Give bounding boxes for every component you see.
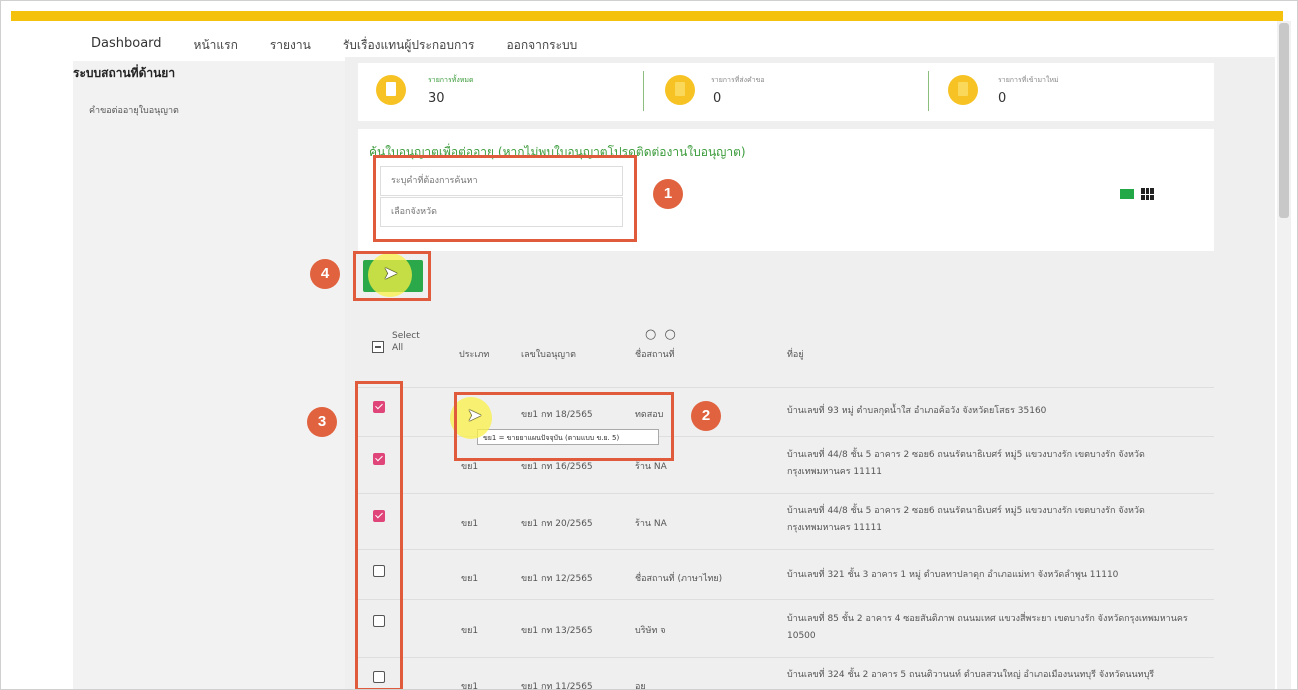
grid-view-icon[interactable] <box>1141 188 1154 200</box>
annotation-box-button <box>353 251 431 301</box>
row-license-no[interactable]: ขย1 กท 12/2565 <box>521 571 593 585</box>
annotation-badge-1: 1 <box>653 179 683 209</box>
row-license-no[interactable]: ขย1 กท 16/2565 <box>521 459 593 473</box>
scrollbar-thumb[interactable] <box>1279 23 1289 218</box>
row-license-no[interactable]: ขย1 กท 20/2565 <box>521 516 593 530</box>
stat-new: รายการที่เข้ามาใหม่ 0 <box>928 63 1214 121</box>
row-divider <box>358 657 1214 658</box>
document-icon <box>948 75 978 105</box>
sidebar-item-renew-license[interactable]: คำขอต่ออายุใบอนุญาต <box>89 103 179 117</box>
select-all-label: Select <box>392 331 420 341</box>
annotation-box-checkboxes <box>355 381 403 689</box>
column-header-license-no[interactable]: เลขใบอนุญาต <box>521 347 576 361</box>
sidebar: ระบบสถานที่ด้านยา คำขอต่ออายุใบอนุญาต <box>73 61 345 689</box>
row-address: บ้านเลขที่ 85 ชั้น 2 อาคาร 4 ซอยสันติภาพ… <box>787 614 1188 641</box>
column-header-place-name[interactable]: ชื่อสถานที่ <box>635 347 675 361</box>
row-place-name: ร้าน NA <box>635 519 667 529</box>
nav-item-report[interactable]: รายงาน <box>270 36 311 56</box>
nav-item-receive-on-behalf[interactable]: รับเรื่องแทนผู้ประกอบการ <box>343 36 475 56</box>
stat-new-label: รายการที่เข้ามาใหม่ <box>998 76 1059 84</box>
row-type: ขย1 <box>461 574 479 584</box>
row-address: บ้านเลขที่ 324 ชั้น 2 อาคาร 5 ถนนติวานนท… <box>787 670 1155 680</box>
row-address: บ้านเลขที่ 321 ชั้น 3 อาคาร 1 หมู่ ตำบลท… <box>787 570 1119 580</box>
sort-indicator[interactable]: ○ ○ <box>645 327 678 342</box>
row-address: บ้านเลขที่ 93 หมู่ ตำบลกุดน้ำใส อำเภอค้อ… <box>787 406 1047 416</box>
annotation-badge-2: 2 <box>691 401 721 431</box>
row-place-name: ร้าน NA <box>635 462 667 472</box>
column-header-type[interactable]: ประเภท <box>459 347 489 361</box>
stat-total-label: รายการทั้งหมด <box>428 76 474 84</box>
stat-total: รายการทั้งหมด 30 <box>358 63 643 121</box>
row-divider <box>358 549 1214 550</box>
row-address: บ้านเลขที่ 44/8 ชั้น 5 อาคาร 2 ซอย6 ถนนร… <box>787 450 1145 477</box>
stat-submitted-value: 0 <box>713 91 722 106</box>
row-type: ขย1 <box>461 626 479 636</box>
nav-item-logout[interactable]: ออกจากระบบ <box>506 36 577 56</box>
document-icon <box>376 75 406 105</box>
annotation-box-license <box>454 392 674 461</box>
app-window: Dashboard หน้าแรก รายงาน รับเรื่องแทนผู้… <box>0 0 1298 690</box>
annotation-box-search <box>373 155 637 242</box>
row-license-no[interactable]: ขย1 กท 11/2565 <box>521 679 593 689</box>
nav-item-dashboard[interactable]: Dashboard <box>91 36 162 56</box>
stats-panel: รายการทั้งหมด 30 รายการที่ส่งคำขอ 0 รายก… <box>358 63 1214 121</box>
row-license-no[interactable]: ขย1 กท 13/2565 <box>521 623 593 637</box>
row-type: ขย1 <box>461 462 479 472</box>
list-view-icon[interactable] <box>1120 189 1134 199</box>
row-place-name: ชื่อสถานที่ (ภาษาไทย) <box>635 574 723 584</box>
row-place-name: บริษัท จ <box>635 626 666 636</box>
stat-new-value: 0 <box>998 91 1007 106</box>
document-icon <box>665 75 695 105</box>
select-all-sublabel: All <box>392 343 404 353</box>
stat-total-value: 30 <box>428 91 445 106</box>
column-header-address[interactable]: ที่อยู่ <box>787 347 804 361</box>
stat-submitted-label: รายการที่ส่งคำขอ <box>711 76 765 84</box>
annotation-badge-4: 4 <box>310 259 340 289</box>
stat-submitted: รายการที่ส่งคำขอ 0 <box>643 63 928 121</box>
nav-item-home[interactable]: หน้าแรก <box>194 36 238 56</box>
row-type: ขย1 <box>461 519 479 529</box>
sidebar-title: ระบบสถานที่ด้านยา <box>73 66 176 80</box>
row-address: บ้านเลขที่ 44/8 ชั้น 5 อาคาร 2 ซอย6 ถนนร… <box>787 506 1145 533</box>
row-divider <box>358 599 1214 600</box>
main-nav: Dashboard หน้าแรก รายงาน รับเรื่องแทนผู้… <box>91 36 609 56</box>
select-all-checkbox[interactable] <box>372 341 384 353</box>
row-divider <box>358 387 1214 388</box>
annotation-badge-3: 3 <box>307 407 337 437</box>
row-type: ขย1 <box>461 682 479 690</box>
row-divider <box>358 493 1214 494</box>
top-accent-bar <box>11 11 1283 21</box>
row-place-name: อย <box>635 682 646 690</box>
